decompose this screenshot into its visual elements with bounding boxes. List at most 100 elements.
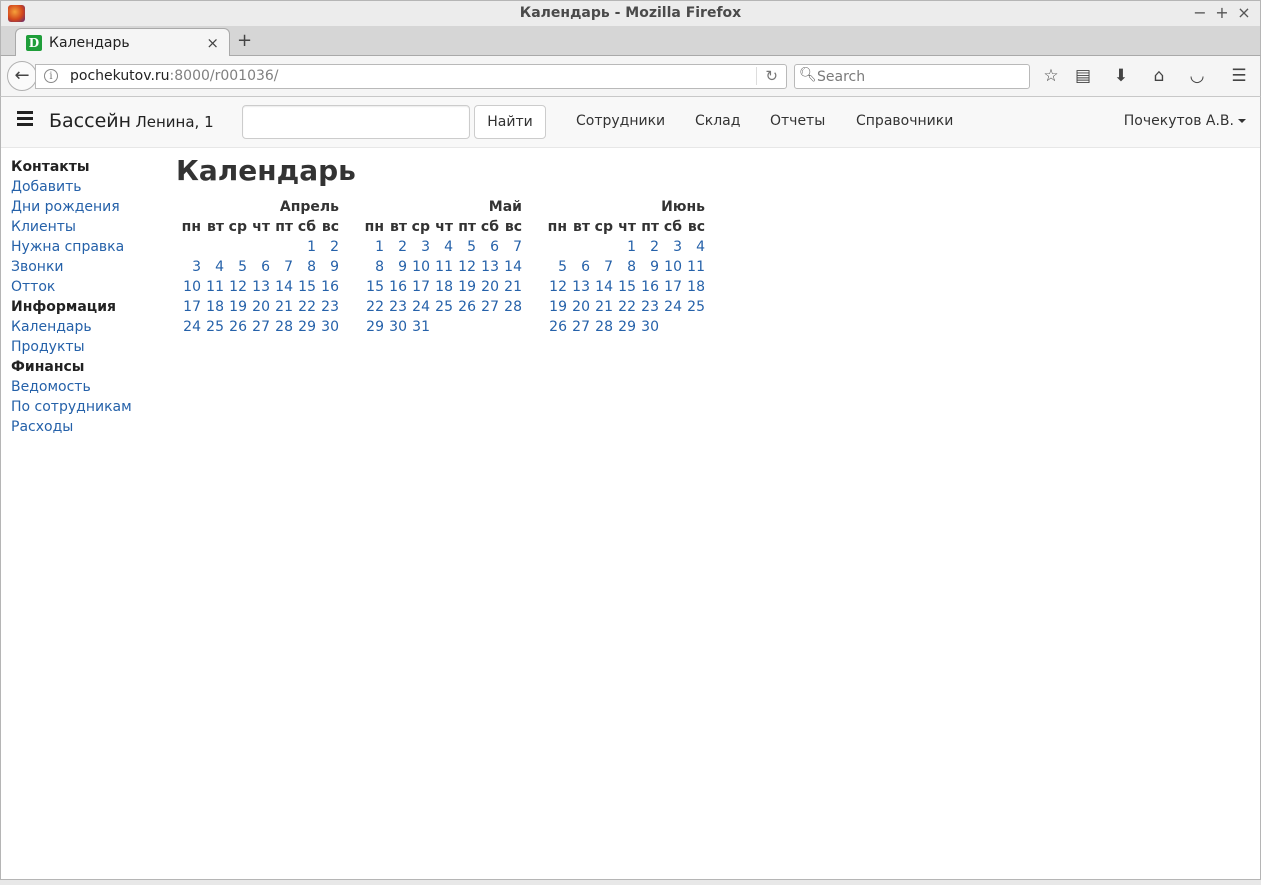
- day-link[interactable]: 5: [453, 237, 476, 257]
- day-link[interactable]: 23: [384, 297, 407, 317]
- day-link[interactable]: 22: [293, 297, 316, 317]
- day-link[interactable]: 28: [590, 317, 613, 337]
- browser-search-box[interactable]: 🔍︎: [794, 64, 1030, 89]
- bookmark-star-icon[interactable]: ☆: [1039, 64, 1063, 88]
- day-link[interactable]: 25: [201, 317, 224, 337]
- day-link[interactable]: 19: [224, 297, 247, 317]
- pocket-icon[interactable]: ◡: [1185, 64, 1209, 88]
- nav-link-reports[interactable]: Отчеты: [770, 113, 825, 129]
- day-link[interactable]: 10: [407, 257, 430, 277]
- day-link[interactable]: 18: [682, 277, 705, 297]
- day-link[interactable]: 18: [430, 277, 453, 297]
- day-link[interactable]: 13: [247, 277, 270, 297]
- reload-icon[interactable]: ↻: [756, 67, 778, 85]
- day-link[interactable]: 21: [270, 297, 293, 317]
- day-link[interactable]: 17: [407, 277, 430, 297]
- day-link[interactable]: 26: [544, 317, 567, 337]
- hamburger-menu-icon[interactable]: [17, 111, 33, 127]
- day-link[interactable]: 7: [270, 257, 293, 277]
- day-link[interactable]: 12: [544, 277, 567, 297]
- sidebar-item-calls[interactable]: Звонки: [11, 257, 161, 277]
- find-button[interactable]: Найти: [474, 105, 546, 139]
- day-link[interactable]: 11: [682, 257, 705, 277]
- day-link[interactable]: 4: [201, 257, 224, 277]
- day-link[interactable]: 25: [430, 297, 453, 317]
- day-link[interactable]: 5: [224, 257, 247, 277]
- day-link[interactable]: 2: [636, 237, 659, 257]
- sidebar-item-need-certificate[interactable]: Нужна справка: [11, 237, 161, 257]
- minimize-icon[interactable]: −: [1190, 3, 1210, 23]
- nav-link-references[interactable]: Справочники: [856, 113, 953, 129]
- day-link[interactable]: 16: [316, 277, 339, 297]
- day-link[interactable]: 27: [247, 317, 270, 337]
- day-link[interactable]: 23: [316, 297, 339, 317]
- day-link[interactable]: 15: [361, 277, 384, 297]
- day-link[interactable]: 8: [361, 257, 384, 277]
- day-link[interactable]: 20: [567, 297, 590, 317]
- nav-link-employees[interactable]: Сотрудники: [576, 113, 665, 129]
- day-link[interactable]: 4: [430, 237, 453, 257]
- sidebar-item-clients[interactable]: Клиенты: [11, 217, 161, 237]
- day-link[interactable]: 20: [247, 297, 270, 317]
- sidebar-item-add[interactable]: Добавить: [11, 177, 161, 197]
- day-link[interactable]: 13: [567, 277, 590, 297]
- day-link[interactable]: 27: [567, 317, 590, 337]
- day-link[interactable]: 17: [659, 277, 682, 297]
- day-link[interactable]: 3: [407, 237, 430, 257]
- day-link[interactable]: 25: [682, 297, 705, 317]
- day-link[interactable]: 22: [361, 297, 384, 317]
- sidebar-item-by-employees[interactable]: По сотрудникам: [11, 397, 161, 417]
- day-link[interactable]: 30: [636, 317, 659, 337]
- day-link[interactable]: 16: [384, 277, 407, 297]
- day-link[interactable]: 29: [613, 317, 636, 337]
- sidebar-item-expenses[interactable]: Расходы: [11, 417, 161, 437]
- day-link[interactable]: 14: [499, 257, 522, 277]
- day-link[interactable]: 30: [316, 317, 339, 337]
- day-link[interactable]: 10: [659, 257, 682, 277]
- day-link[interactable]: 29: [293, 317, 316, 337]
- day-link[interactable]: 16: [636, 277, 659, 297]
- day-link[interactable]: 12: [453, 257, 476, 277]
- maximize-icon[interactable]: +: [1212, 3, 1232, 23]
- day-link[interactable]: 7: [499, 237, 522, 257]
- day-link[interactable]: 8: [293, 257, 316, 277]
- day-link[interactable]: 24: [178, 317, 201, 337]
- day-link[interactable]: 10: [178, 277, 201, 297]
- day-link[interactable]: 4: [682, 237, 705, 257]
- day-link[interactable]: 8: [613, 257, 636, 277]
- day-link[interactable]: 14: [270, 277, 293, 297]
- day-link[interactable]: 1: [613, 237, 636, 257]
- day-link[interactable]: 6: [476, 237, 499, 257]
- sidebar-item-statement[interactable]: Ведомость: [11, 377, 161, 397]
- day-link[interactable]: 27: [476, 297, 499, 317]
- day-link[interactable]: 15: [613, 277, 636, 297]
- sidebar-item-products[interactable]: Продукты: [11, 337, 161, 357]
- user-menu[interactable]: Почекутов А.В.: [1124, 113, 1246, 129]
- day-link[interactable]: 21: [590, 297, 613, 317]
- day-link[interactable]: 7: [590, 257, 613, 277]
- day-link[interactable]: 2: [384, 237, 407, 257]
- day-link[interactable]: 14: [590, 277, 613, 297]
- day-link[interactable]: 30: [384, 317, 407, 337]
- day-link[interactable]: 24: [407, 297, 430, 317]
- day-link[interactable]: 3: [178, 257, 201, 277]
- day-link[interactable]: 11: [201, 277, 224, 297]
- day-link[interactable]: 31: [407, 317, 430, 337]
- day-link[interactable]: 17: [178, 297, 201, 317]
- tab-close-icon[interactable]: ×: [206, 34, 219, 52]
- day-link[interactable]: 26: [453, 297, 476, 317]
- day-link[interactable]: 19: [453, 277, 476, 297]
- sidebar-item-calendar[interactable]: Календарь: [11, 317, 161, 337]
- day-link[interactable]: 1: [293, 237, 316, 257]
- tab-calendar[interactable]: D Календарь ×: [15, 28, 230, 57]
- day-link[interactable]: 21: [499, 277, 522, 297]
- day-link[interactable]: 1: [361, 237, 384, 257]
- day-link[interactable]: 9: [636, 257, 659, 277]
- day-link[interactable]: 19: [544, 297, 567, 317]
- day-link[interactable]: 12: [224, 277, 247, 297]
- day-link[interactable]: 22: [613, 297, 636, 317]
- day-link[interactable]: 11: [430, 257, 453, 277]
- nav-link-warehouse[interactable]: Склад: [695, 113, 740, 129]
- back-arrow-icon[interactable]: ←: [7, 61, 37, 91]
- day-link[interactable]: 28: [499, 297, 522, 317]
